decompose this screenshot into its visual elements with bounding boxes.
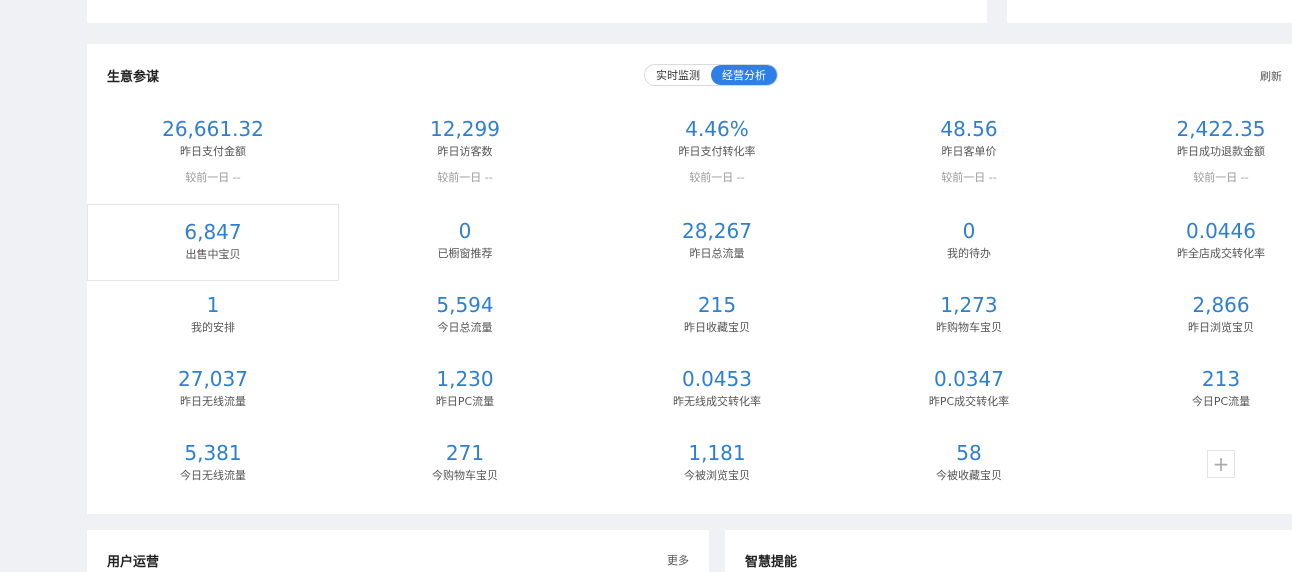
plus-icon: + bbox=[1212, 452, 1230, 476]
top-card-left bbox=[87, 0, 987, 23]
metric-value: 1,273 bbox=[940, 293, 998, 317]
metric-label: 昨日收藏宝贝 bbox=[684, 321, 750, 334]
metric-label: 昨日PC流量 bbox=[435, 395, 495, 408]
metric-yesterday-views[interactable]: 2,866 昨日浏览宝贝 bbox=[1095, 293, 1292, 335]
metric-value: 0.0446 bbox=[1186, 219, 1256, 243]
metric-yesterday-visitors[interactable]: 12,299 昨日访客数 较前一日 -- bbox=[339, 117, 591, 185]
metric-compare: 较前一日 -- bbox=[437, 171, 493, 184]
metric-label: 昨日无线流量 bbox=[180, 395, 246, 408]
metric-value: 28,267 bbox=[682, 219, 752, 243]
metric-value: 12,299 bbox=[430, 117, 500, 141]
metric-window-recommend[interactable]: 0 已橱窗推荐 bbox=[339, 219, 591, 261]
metric-label: 今被收藏宝贝 bbox=[936, 469, 1002, 482]
metric-label: 昨购物车宝贝 bbox=[936, 321, 1002, 334]
metric-label: 昨日成功退款金额 bbox=[1177, 145, 1265, 158]
metric-label: 我的待办 bbox=[947, 247, 991, 260]
refresh-button[interactable]: 刷新 bbox=[1260, 68, 1282, 84]
metric-label: 昨日客单价 bbox=[941, 145, 997, 158]
metric-yesterday-conversion[interactable]: 4.46% 昨日支付转化率 较前一日 -- bbox=[591, 117, 843, 185]
metric-value: 26,661.32 bbox=[162, 117, 264, 141]
user-operations-title: 用户运营 bbox=[107, 555, 160, 570]
metric-compare: 较前一日 -- bbox=[941, 171, 997, 184]
business-advisor-panel: 生意参谋 实时监测 经营分析 刷新 26,661.32 昨日支付金额 较前一日 … bbox=[87, 44, 1292, 514]
smart-capability-title: 智慧提能 bbox=[745, 555, 798, 570]
metric-value: 0 bbox=[962, 219, 976, 243]
metric-value: 1,181 bbox=[688, 441, 746, 465]
metric-today-mobile-traffic[interactable]: 5,381 今日无线流量 bbox=[87, 441, 339, 483]
metric-value: 58 bbox=[956, 441, 982, 465]
metric-today-cart[interactable]: 271 今购物车宝贝 bbox=[339, 441, 591, 483]
tab-business-analysis[interactable]: 经营分析 bbox=[711, 65, 777, 85]
metric-value: 5,594 bbox=[436, 293, 494, 317]
metric-label: 昨日浏览宝贝 bbox=[1188, 321, 1254, 334]
metric-yesterday-pc-traffic[interactable]: 1,230 昨日PC流量 bbox=[339, 367, 591, 409]
metric-value: 4.46% bbox=[685, 117, 749, 141]
metric-compare: 较前一日 -- bbox=[185, 171, 241, 184]
panel-title: 生意参谋 bbox=[107, 70, 160, 85]
metric-yesterday-favorites[interactable]: 215 昨日收藏宝贝 bbox=[591, 293, 843, 335]
metric-today-favorited[interactable]: 58 今被收藏宝贝 bbox=[843, 441, 1095, 483]
metric-value: 0.0347 bbox=[934, 367, 1004, 391]
metric-items-on-sale[interactable]: 6,847 出售中宝贝 bbox=[87, 204, 339, 281]
mode-toggle: 实时监测 经营分析 bbox=[644, 64, 778, 86]
smart-capability-card: 智慧提能 bbox=[725, 530, 1292, 572]
metric-yesterday-payment[interactable]: 26,661.32 昨日支付金额 较前一日 -- bbox=[87, 117, 339, 185]
metric-my-todo[interactable]: 0 我的待办 bbox=[843, 219, 1095, 261]
metric-label: 今日PC流量 bbox=[1191, 395, 1251, 408]
metric-label: 昨日支付转化率 bbox=[678, 145, 756, 158]
user-operations-card: 用户运营 更多 bbox=[87, 530, 709, 572]
metric-label: 今购物车宝贝 bbox=[432, 469, 498, 482]
metric-value: 5,381 bbox=[184, 441, 242, 465]
metric-label: 出售中宝贝 bbox=[185, 248, 241, 261]
metric-value: 215 bbox=[697, 293, 737, 317]
metric-label: 昨全店成交转化率 bbox=[1177, 247, 1265, 260]
metric-compare: 较前一日 -- bbox=[1193, 171, 1249, 184]
metric-yesterday-cart[interactable]: 1,273 昨购物车宝贝 bbox=[843, 293, 1095, 335]
metric-label: 昨日总流量 bbox=[689, 247, 745, 260]
metric-yesterday-refund[interactable]: 2,422.35 昨日成功退款金额 较前一日 -- bbox=[1095, 117, 1292, 185]
metric-value: 2,422.35 bbox=[1176, 117, 1266, 141]
metric-value: 0 bbox=[458, 219, 472, 243]
add-metric-button[interactable]: + bbox=[1207, 450, 1235, 478]
metric-value: 6,847 bbox=[184, 220, 242, 244]
metric-yesterday-avg-order[interactable]: 48.56 昨日客单价 较前一日 -- bbox=[843, 117, 1095, 185]
tab-realtime-monitor[interactable]: 实时监测 bbox=[645, 65, 711, 85]
metric-value: 1,230 bbox=[436, 367, 494, 391]
metric-value: 0.0453 bbox=[682, 367, 752, 391]
metric-label: 昨日支付金额 bbox=[180, 145, 246, 158]
metric-yesterday-mobile-conversion[interactable]: 0.0453 昨无线成交转化率 bbox=[591, 367, 843, 409]
metric-label: 今日无线流量 bbox=[180, 469, 246, 482]
metric-label: 昨无线成交转化率 bbox=[673, 395, 761, 408]
metric-compare: 较前一日 -- bbox=[689, 171, 745, 184]
metric-yesterday-pc-conversion[interactable]: 0.0347 昨PC成交转化率 bbox=[843, 367, 1095, 409]
metric-value: 27,037 bbox=[178, 367, 248, 391]
metric-label: 昨日访客数 bbox=[437, 145, 493, 158]
metric-label: 今日总流量 bbox=[437, 321, 493, 334]
metric-label: 我的安排 bbox=[191, 321, 235, 334]
metric-today-viewed[interactable]: 1,181 今被浏览宝贝 bbox=[591, 441, 843, 483]
metric-today-pc-traffic[interactable]: 213 今日PC流量 bbox=[1095, 367, 1292, 409]
metric-value: 48.56 bbox=[940, 117, 998, 141]
metric-my-schedule[interactable]: 1 我的安排 bbox=[87, 293, 339, 335]
metric-value: 1 bbox=[206, 293, 220, 317]
metric-value: 271 bbox=[445, 441, 485, 465]
metric-label: 今被浏览宝贝 bbox=[684, 469, 750, 482]
more-link[interactable]: 更多 bbox=[667, 552, 689, 568]
metric-store-conversion[interactable]: 0.0446 昨全店成交转化率 bbox=[1095, 219, 1292, 261]
metric-label: 已橱窗推荐 bbox=[437, 247, 493, 260]
metric-yesterday-total-traffic[interactable]: 28,267 昨日总流量 bbox=[591, 219, 843, 261]
metric-today-total-traffic[interactable]: 5,594 今日总流量 bbox=[339, 293, 591, 335]
top-card-right bbox=[1007, 0, 1292, 23]
metric-value: 213 bbox=[1201, 367, 1241, 391]
metric-yesterday-mobile-traffic[interactable]: 27,037 昨日无线流量 bbox=[87, 367, 339, 409]
metric-value: 2,866 bbox=[1192, 293, 1250, 317]
metric-label: 昨PC成交转化率 bbox=[928, 395, 1010, 408]
